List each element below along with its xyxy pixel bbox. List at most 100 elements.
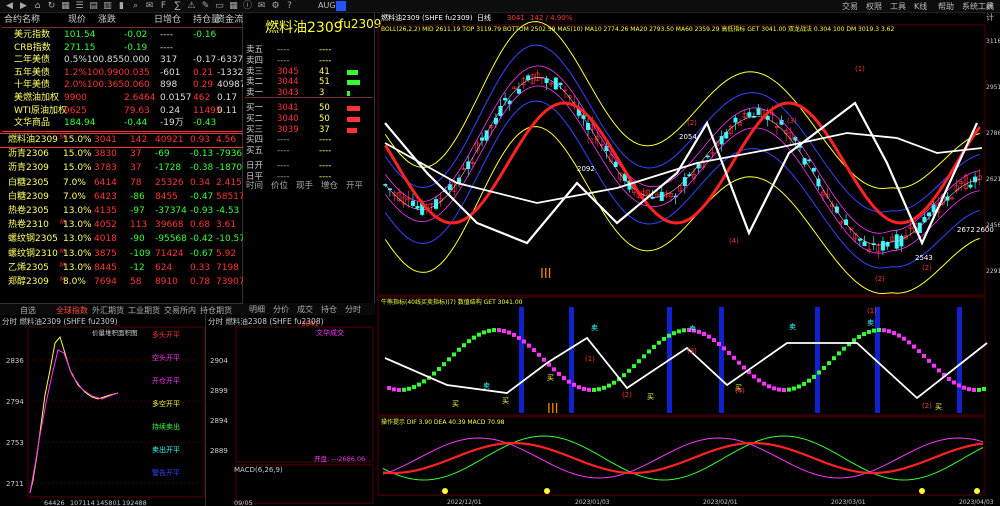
watch-row-name: 白糖2309 [8,191,49,202]
watch-row-change: -109 [130,248,151,259]
watch-row-contract[interactable]: 白糖2305 7.0% 6414 78 25326 0.34 2.4157 [0,177,248,190]
mid-annotation: (2) [622,391,632,399]
grid-icon[interactable]: ▦ [60,1,71,11]
order-book-row[interactable]: 买三 3039 37 [243,125,375,135]
mini1-signal-5: 卖出开平 [152,445,180,454]
watch-header-3: 日增仓 [154,15,182,25]
order-book-row[interactable]: 买五 ---- ---- [243,146,375,156]
msg-icon[interactable]: ✉ [256,1,267,11]
kline-icon[interactable]: ▥ [102,1,113,11]
table-icon[interactable]: ▦ [228,1,239,11]
home-icon[interactable]: ⌂ [32,1,43,11]
watch-row[interactable]: 文华商品 184.94 -0.44 -19万 -0.43 [0,117,243,130]
watch-row[interactable]: CRB指数 271.15 -0.19 ---- [0,42,243,55]
order-book-volume-bar [347,116,360,122]
watch-row-contract[interactable]: 沥青2306 15.0% 3830 37 -69 -0.13 -7936 [0,148,243,161]
kline-candle [526,75,531,81]
watch-row-price: 4018 [94,234,117,245]
toolbar-menu-4[interactable]: 帮助 [938,1,954,12]
order-book-row[interactable]: 买四 ---- ---- [243,135,375,145]
detail-tab-0[interactable]: 明细 [249,304,265,315]
kline-candle [747,112,752,117]
news-icon[interactable]: ✉ [144,1,155,11]
watch-row-contract[interactable]: 燃料油2309 M 15.0% 3041 142 40921 0.93 4.56 [0,133,244,148]
order-book-row[interactable]: 日开 ---- ---- [243,161,375,171]
watch-row-contract[interactable]: 螺纹钢2310 M 13.0% 3875 -109 71424 -0.67 5.92 [0,248,243,261]
watch-row-flow: 4.56 [216,135,237,145]
watch-row-position: 0.29 [193,80,214,91]
toolbar-menu-1[interactable]: 权限 [866,1,882,12]
detail-tab-2[interactable]: 成交 [297,304,313,315]
watch-row-contract[interactable]: 乙烯2305 M 13.0% 8445 -12 624 0.33 7198 [0,262,243,275]
toolbar-menu-0[interactable]: 交易 [842,1,858,12]
watch-row-contract[interactable]: 螺纹钢2305 13.0% 4018 -90 -95568 -0.42 -10.57 [0,233,245,246]
order-book-row[interactable]: 卖二 3044 51 [243,77,375,87]
toolbar-aug-label[interactable]: AUG [318,1,336,10]
back-icon[interactable]: ◀ [4,1,15,11]
order-book-row[interactable]: 买一 3041 50 [243,103,375,113]
watch-row-contract[interactable]: 热卷2310 M 13.0% 4052 113 39668 0.68 3.61 [0,219,243,232]
mid-signal-square [437,367,441,372]
watch-row-flow: 40987 [217,80,246,91]
watch-row[interactable]: 二年美债 0.5%100.855 0.000 317 -0.17 -6337 [0,54,243,67]
kline-svg: 燃料油2309 (SHFE fu2309) 日线 3041 142 / 4.90% BO… [377,13,1000,506]
layout-icon[interactable]: ▭ [214,1,225,11]
watch-row[interactable]: WTI原油加权 9625 79.63 0.24 11495 0.11 [0,105,243,118]
toolbar-menu-3[interactable]: K线 [914,1,927,12]
kline-chart[interactable]: 燃料油2309 (SHFE fu2309) 日线 3041 142 / 4.90% BO… [377,13,1000,506]
info-icon[interactable]: ⓘ [242,1,253,11]
detail-tab-4[interactable]: 分时 [345,304,361,315]
watch-row-change: 37 [130,163,142,174]
f10-icon[interactable]: F [158,1,169,11]
watch-header-1: 现价 [68,15,87,25]
watch-row-price: 3875 [94,248,117,259]
draw-icon[interactable]: ✎ [200,1,211,11]
tools-icon[interactable]: ⚙ [270,1,281,11]
kline-annotation: (1) [855,65,865,73]
mid-signal-square [677,329,681,334]
watch-row[interactable]: 五年美债 1.2%100.990 0.035 -601 0.21 -13327 [0,67,249,80]
mid-signal-square [512,332,516,337]
list-icon[interactable]: ☰ [74,1,85,11]
kline-candle [807,159,812,162]
search-icon[interactable]: ⌕ [130,1,141,11]
watch-row-position: -0.43 [193,118,217,129]
alert-icon[interactable]: ⚠ [186,1,197,11]
toolbar-menu-2[interactable]: 工具 [890,1,906,12]
mid-annotation: (2) [922,402,932,410]
intraday-chart-1[interactable]: 分时 燃料油2309 (SHFE fu2309) 2836 2794 2753 271… [0,315,206,506]
watch-row-contract[interactable]: 沥青2309 15.0% 3783 37 -1728 -0.38 -18709 [0,162,248,175]
mid-signal-square [907,340,911,345]
watch-row-contract[interactable]: 热卷2305 13.0% 4135 -97 -37374 -0.93 -4.53 [0,205,243,218]
mini2-frame [235,326,374,463]
mid-signal-square [602,385,606,390]
help-icon[interactable]: ? [284,1,295,11]
mid-signal-square [477,332,481,337]
watch-row[interactable]: 美元指数 101.54 -0.02 ---- -0.16 [0,29,243,42]
reload-icon[interactable]: ↻ [46,1,57,11]
watch-row-contract[interactable]: 白糖2309 7.0% 6423 -86 8455 -0.47 58517 [0,191,245,204]
watch-row-contract[interactable]: 郑醇2309 M 8.0% 7694 58 8910 0.78 73907 [0,276,245,289]
color-swatch-button[interactable] [336,1,346,11]
order-book-volume: ---- [319,146,332,157]
order-book-row[interactable]: 卖四 ---- ---- [243,56,375,66]
order-book-row[interactable]: 卖三 3045 41 [243,67,375,77]
intraday-chart-2[interactable]: 分时 燃料油2308 (SHFE fu2308) 2904 2899 2894 288… [206,315,375,506]
detail-tab-1[interactable]: 分价 [273,304,289,315]
order-book-footer-4: 开平 [346,181,364,191]
bars-icon[interactable]: ▮ [116,1,127,11]
order-book-row[interactable]: 卖五 ---- ---- [243,45,375,55]
watch-row-increase: 317 [160,55,178,66]
chart-icon[interactable]: ▤ [88,1,99,11]
detail-tab-3[interactable]: 持仓 [321,304,337,315]
mid-annotation: 卖 [483,382,490,390]
order-book-footer: 时间 价位 现手 增仓 开平 [243,181,375,191]
order-book-row[interactable]: 买二 3040 50 [243,114,375,124]
calc-icon[interactable]: ∑ [172,1,183,11]
watch-row-name: 二年美债 [14,55,51,66]
watch-row[interactable]: 十年美债 2.0%100.365 0.060 898 0.29 40987 [0,79,246,92]
mid-signal-square [732,355,736,360]
watch-row[interactable]: 美燃油加权 9900 2.6464 0.0157 462 0.17 [0,92,243,105]
forward-icon[interactable]: ▶ [18,1,29,11]
order-book-price: ---- [277,161,290,171]
